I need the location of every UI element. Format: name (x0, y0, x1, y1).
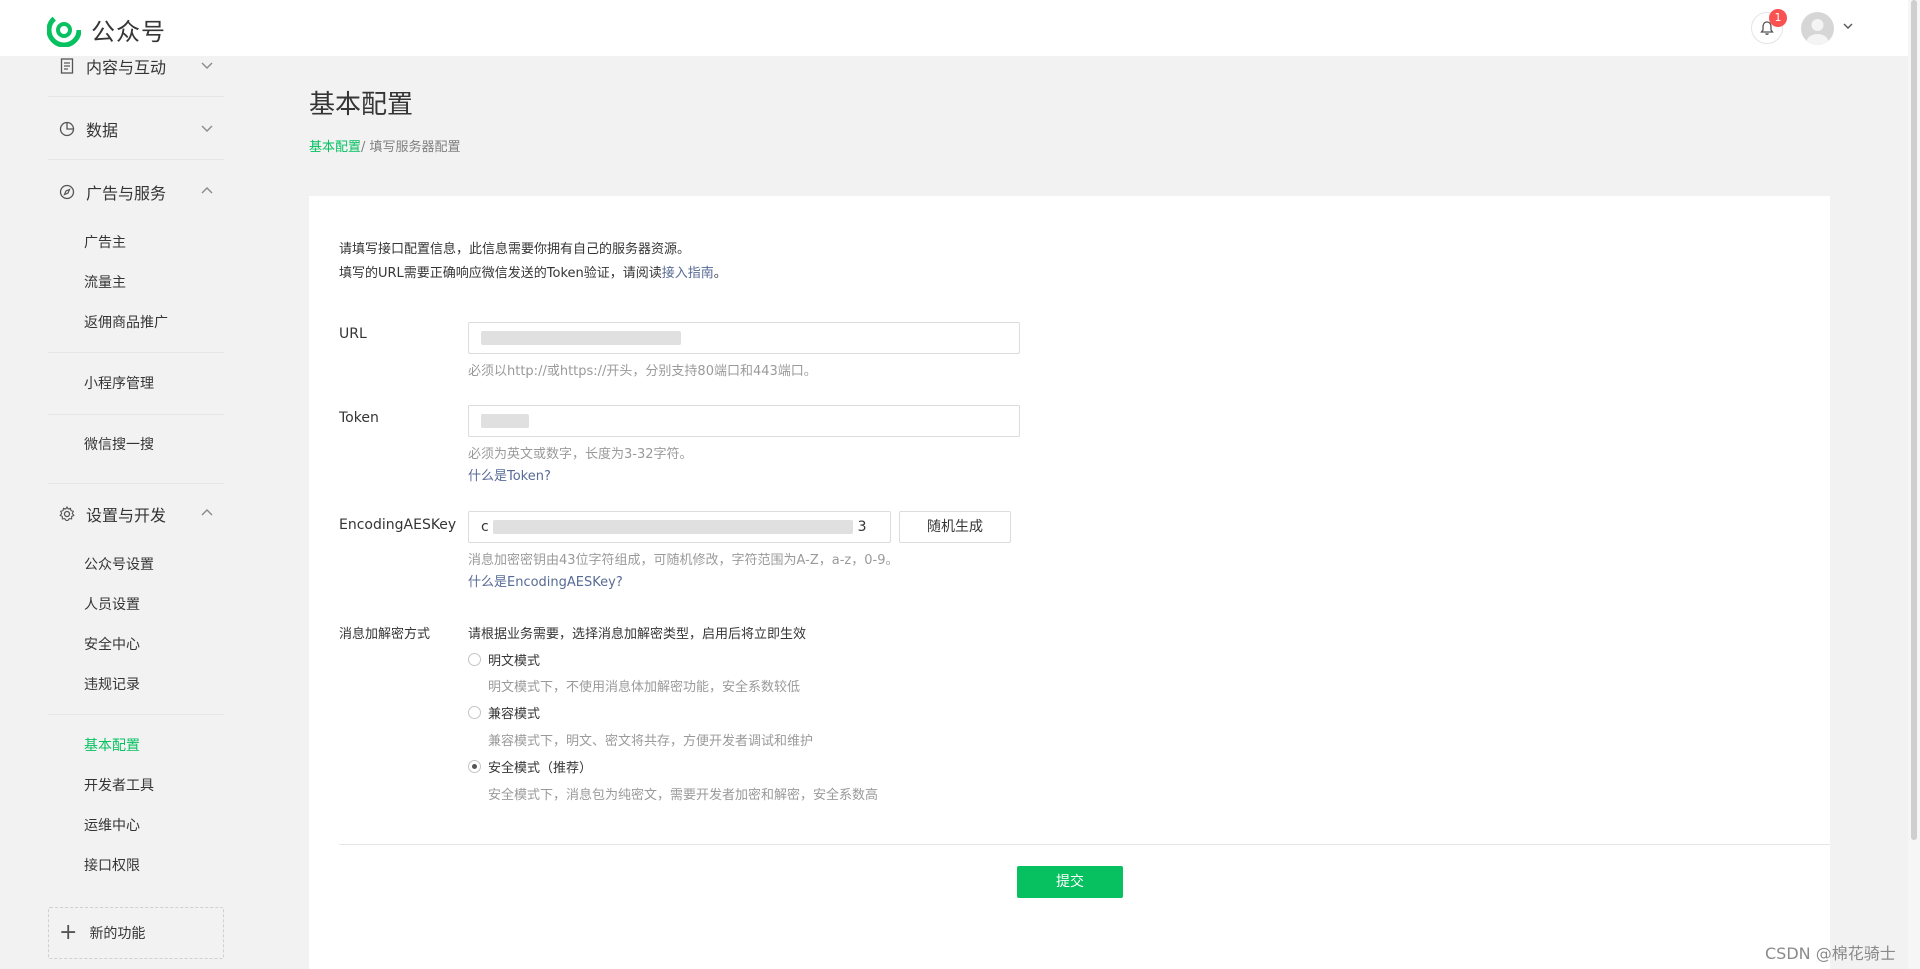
chevron-up-icon (201, 509, 213, 516)
sidebar-item-account-settings[interactable]: 公众号设置 (84, 554, 154, 576)
redacted-value (481, 414, 529, 428)
sidebar-divider (48, 483, 224, 484)
sidebar-group-content[interactable]: 内容与互动 (48, 46, 224, 86)
sidebar-item-basic-config[interactable]: 基本配置 (84, 735, 140, 757)
radio-description: 安全模式下，消息包为纯密文，需要开发者加密和解密，安全系数高 (488, 788, 879, 803)
sidebar-group-label: 设置与开发 (86, 506, 167, 525)
aes-key-label: EncodingAESKey (339, 517, 457, 533)
sidebar-item-traffic-owner[interactable]: 流量主 (84, 272, 126, 294)
compass-icon (59, 184, 75, 200)
radio-button[interactable] (468, 653, 481, 666)
sidebar-divider (48, 159, 224, 160)
intro-text: 请填写接口配置信息，此信息需要你拥有自己的服务器资源。 填写的URL需要正确响应… (339, 238, 727, 286)
submit-button[interactable]: 提交 (1017, 866, 1123, 898)
encryption-mode-label: 消息加解密方式 (339, 627, 431, 642)
user-icon (1806, 19, 1829, 45)
aes-key-hint: 消息加密密钥由43位字符组成，可随机修改，字符范围为A-Z，a-z，0-9。 (468, 553, 899, 568)
encryption-instruction: 请根据业务需要，选择消息加解密类型，启用后将立即生效 (468, 627, 807, 642)
config-card: 请填写接口配置信息，此信息需要你拥有自己的服务器资源。 填写的URL需要正确响应… (309, 196, 1830, 969)
chevron-down-icon (201, 62, 213, 69)
sidebar-item-security-center[interactable]: 安全中心 (84, 634, 140, 656)
random-generate-button[interactable]: 随机生成 (899, 511, 1011, 543)
intro-line-text: 填写的URL需要正确响应微信发送的Token验证，请阅读 (339, 266, 662, 281)
sidebar-item-ops-center[interactable]: 运维中心 (84, 815, 140, 837)
aes-key-input[interactable]: c 3 (468, 511, 891, 543)
intro-line-suffix: 。 (713, 266, 727, 281)
redacted-value (493, 520, 854, 534)
url-hint: 必须以http://或https://开头，分别支持80端口和443端口。 (468, 364, 817, 379)
sidebar-group-label: 数据 (86, 121, 119, 140)
sidebar-item-commission-promo[interactable]: 返佣商品推广 (84, 312, 168, 334)
token-hint: 必须为英文或数字，长度为3-32字符。 (468, 447, 693, 462)
scrollbar-thumb[interactable] (1911, 0, 1917, 840)
sidebar-divider (48, 714, 224, 715)
chevron-down-icon[interactable] (1842, 20, 1854, 32)
sidebar-item-developer-tools[interactable]: 开发者工具 (84, 775, 154, 797)
radio-label: 安全模式（推荐） (488, 761, 593, 776)
wechat-official-logo-icon (47, 12, 81, 47)
token-input[interactable] (468, 405, 1020, 437)
intro-line: 请填写接口配置信息，此信息需要你拥有自己的服务器资源。 (339, 242, 691, 257)
sidebar-item-violation-records[interactable]: 违规记录 (84, 674, 140, 696)
pie-chart-icon (59, 121, 75, 137)
url-input[interactable] (468, 322, 1020, 354)
url-label: URL (339, 326, 367, 342)
plus-icon: + (59, 920, 78, 945)
notification-badge: 1 (1769, 9, 1787, 27)
sidebar-group-label: 内容与互动 (86, 58, 167, 77)
new-feature-label: 新的功能 (89, 926, 146, 942)
token-label: Token (339, 410, 379, 426)
radio-plaintext-mode[interactable]: 明文模式 (468, 650, 540, 669)
sidebar-item-mini-program[interactable]: 小程序管理 (84, 373, 154, 395)
sidebar-group-settings[interactable]: 设置与开发 (48, 494, 224, 534)
intro-line: 填写的URL需要正确响应微信发送的Token验证，请阅读接入指南。 (339, 262, 727, 286)
top-bar: 公众号 1 (0, 0, 1920, 56)
page-title: 基本配置 (309, 90, 414, 120)
sidebar-group-ads[interactable]: 广告与服务 (48, 172, 224, 212)
new-feature-button[interactable]: + 新的功能 (48, 907, 224, 959)
radio-label: 兼容模式 (488, 707, 541, 722)
form-divider (339, 844, 1830, 845)
sidebar-divider (48, 414, 224, 415)
app-logo[interactable]: 公众号 (47, 12, 166, 47)
what-is-token-link[interactable]: 什么是Token? (468, 465, 551, 484)
chevron-up-icon (201, 187, 213, 194)
redacted-value (481, 331, 681, 345)
sidebar-group-data[interactable]: 数据 (48, 109, 224, 149)
sidebar-divider (48, 352, 224, 353)
radio-button[interactable] (468, 706, 481, 719)
sidebar: 内容与互动 数据 广告与服务 广告主 流量主 返佣商品推广 小程序管理 微信搜一… (0, 56, 240, 969)
breadcrumb-link[interactable]: 基本配置 (309, 140, 361, 155)
sidebar-item-advertiser[interactable]: 广告主 (84, 232, 126, 254)
breadcrumb-current: 填写服务器配置 (369, 140, 461, 155)
breadcrumb-separator: / (361, 140, 370, 155)
sidebar-item-wechat-search[interactable]: 微信搜一搜 (84, 434, 154, 456)
access-guide-link[interactable]: 接入指南 (662, 266, 714, 281)
sidebar-group-label: 广告与服务 (86, 184, 167, 203)
aes-key-prefix: c (481, 519, 489, 535)
app-name: 公众号 (91, 18, 166, 46)
breadcrumb: 基本配置/ 填写服务器配置 (309, 136, 461, 155)
avatar[interactable] (1801, 12, 1834, 45)
radio-description: 明文模式下，不使用消息体加解密功能，安全系数较低 (488, 680, 801, 695)
radio-label: 明文模式 (488, 654, 541, 669)
sidebar-item-api-permissions[interactable]: 接口权限 (84, 855, 140, 877)
what-is-aes-key-link[interactable]: 什么是EncodingAESKey? (468, 571, 623, 590)
document-icon (60, 58, 74, 74)
radio-compatible-mode[interactable]: 兼容模式 (468, 703, 540, 722)
sidebar-divider (48, 96, 224, 97)
watermark: CSDN @棉花骑士 (1765, 944, 1896, 963)
aes-key-suffix: 3 (857, 519, 867, 535)
sidebar-item-staff-settings[interactable]: 人员设置 (84, 594, 140, 616)
radio-button-checked[interactable] (468, 760, 481, 773)
radio-description: 兼容模式下，明文、密文将共存，方便开发者调试和维护 (488, 734, 814, 749)
radio-secure-mode[interactable]: 安全模式（推荐） (468, 757, 592, 776)
gear-icon (59, 505, 75, 522)
chevron-down-icon (201, 125, 213, 132)
